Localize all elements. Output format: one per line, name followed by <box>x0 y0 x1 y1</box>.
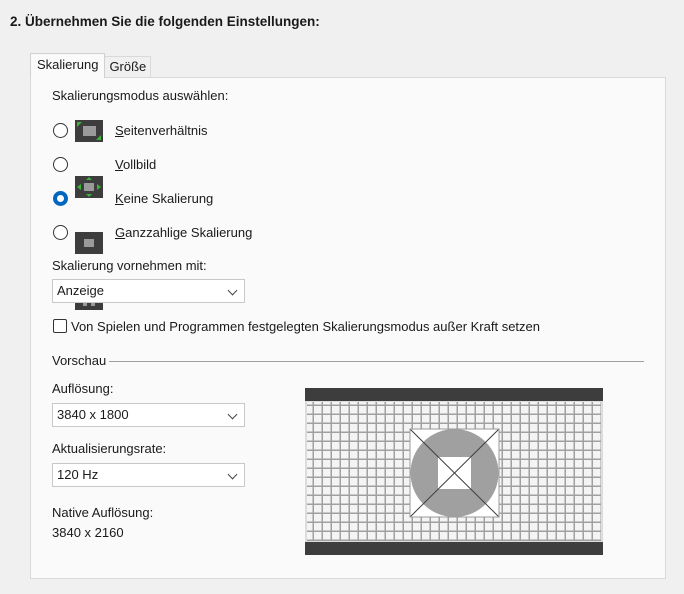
resolution-label: Auflösung: <box>52 381 114 396</box>
option-label-seitenverhaeltnis[interactable]: Seitenverhältnis <box>115 123 208 138</box>
preview-image <box>305 388 603 555</box>
native-resolution-value: 3840 x 2160 <box>52 525 124 540</box>
resolution-value: 3840 x 1800 <box>57 407 129 422</box>
section-title: 2. Übernehmen Sie die folgenden Einstell… <box>10 14 320 29</box>
option-label-vollbild[interactable]: Vollbild <box>115 157 156 172</box>
option-label-keine-skalierung[interactable]: Keine Skalierung <box>115 191 213 206</box>
fullscreen-icon <box>75 176 103 198</box>
scaling-panel: Skalierungsmodus auswählen: Seitenverhäl… <box>30 77 666 579</box>
radio-vollbild[interactable] <box>53 157 68 172</box>
chevron-down-icon <box>227 469 238 480</box>
perform-scaling-select[interactable]: Anzeige <box>52 279 245 303</box>
refresh-rate-value: 120 Hz <box>57 467 99 482</box>
refresh-rate-select[interactable]: 120 Hz <box>52 463 245 487</box>
scaling-mode-heading: Skalierungsmodus auswählen: <box>52 88 229 103</box>
override-checkbox[interactable] <box>53 319 67 333</box>
chevron-down-icon <box>227 409 238 420</box>
radio-ganzzahlige-skalierung[interactable] <box>53 225 68 240</box>
option-label-ganzzahlige-skalierung[interactable]: Ganzzahlige Skalierung <box>115 225 252 240</box>
tab-skalierung[interactable]: Skalierung <box>30 53 106 78</box>
chevron-down-icon <box>227 285 238 296</box>
radio-seitenverhaeltnis[interactable] <box>53 123 68 138</box>
preview-heading: Vorschau <box>52 353 107 368</box>
perform-scaling-label: Skalierung vornehmen mit: <box>52 258 207 273</box>
no-scaling-icon <box>75 232 103 254</box>
refresh-rate-label: Aktualisierungsrate: <box>52 441 167 456</box>
preview-divider <box>109 361 644 362</box>
aspect-ratio-icon <box>75 120 103 142</box>
perform-scaling-value: Anzeige <box>57 283 104 298</box>
tab-bar: Skalierung Größe <box>30 53 152 78</box>
resolution-select[interactable]: 3840 x 1800 <box>52 403 245 427</box>
native-resolution-label: Native Auflösung: <box>52 505 154 520</box>
tab-groesse[interactable]: Größe <box>105 56 152 78</box>
override-label[interactable]: Von Spielen und Programmen festgelegten … <box>71 319 540 334</box>
radio-keine-skalierung[interactable] <box>53 191 68 206</box>
